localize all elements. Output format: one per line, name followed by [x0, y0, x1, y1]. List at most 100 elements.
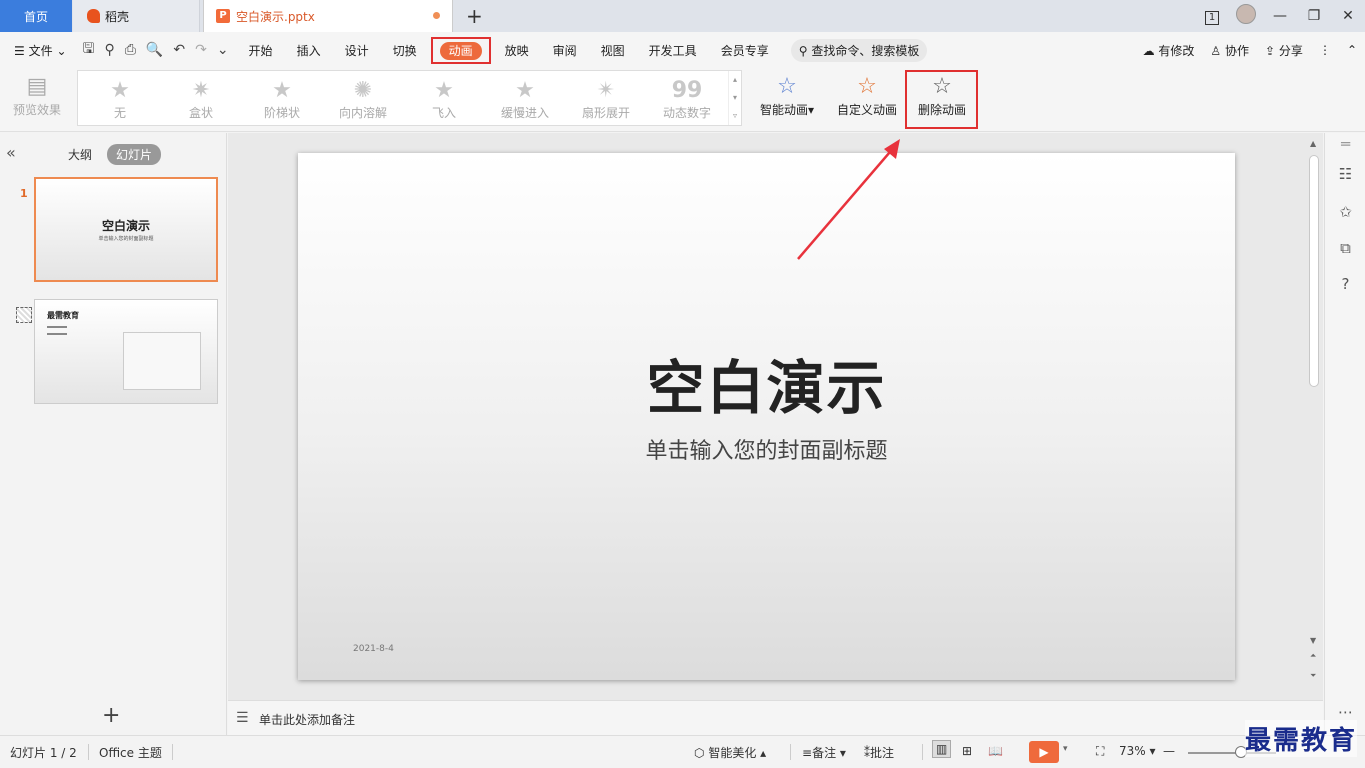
menu-insert[interactable]: 插入 [285, 42, 333, 59]
comment-toggle[interactable]: ⁑批注 [864, 744, 894, 761]
menu-animation[interactable]: 动画 [439, 41, 482, 60]
file-menu-label: 文件 [28, 43, 53, 58]
star-slow-icon: ★ [515, 77, 535, 103]
collab-button[interactable]: ♙ 协作 [1210, 42, 1249, 59]
tab-document-label: 空白演示.pptx [236, 9, 315, 24]
menu-developer[interactable]: 开发工具 [637, 42, 709, 59]
slide-subtitle[interactable]: 单击输入您的封面副标题 [298, 433, 1235, 465]
properties-icon[interactable]: ☷ [1325, 165, 1365, 183]
print-icon[interactable]: ⎙ [125, 42, 136, 58]
normal-view-icon[interactable]: ▥ [932, 740, 952, 758]
menu-slideshow[interactable]: 放映 [493, 42, 541, 59]
panel-tabs: « 大纲 幻灯片 [0, 143, 227, 165]
tab-outline[interactable]: 大纲 [68, 146, 92, 163]
cloud-edit-button[interactable]: ☁ 有修改 [1143, 42, 1195, 59]
file-menu[interactable]: ☰ 文件 ⌄ [0, 42, 79, 59]
scrollbar-thumb[interactable] [1309, 155, 1319, 387]
delete-animation-label: 删除动画 [917, 103, 966, 117]
command-search[interactable]: ⚲ 查找命令、搜索模板 [790, 38, 928, 62]
smart-star-icon: ☆ [777, 74, 797, 99]
add-slide-button[interactable]: + [102, 703, 120, 728]
redo-icon[interactable]: ↷ [195, 42, 207, 58]
undo-icon[interactable]: ↶ [173, 42, 185, 58]
smart-animation-button[interactable]: ☆ 智能动画▾ [755, 72, 819, 126]
gallery-item-slow-in[interactable]: ★ 缓慢进入 [485, 71, 565, 127]
preview-effect-button[interactable]: ▤ 预览效果 [8, 72, 66, 126]
smart-animation-label: 智能动画▾ [759, 103, 815, 117]
gallery-item-dissolve[interactable]: ✺ 向内溶解 [323, 71, 403, 127]
more-icon[interactable]: ⋮ [1319, 43, 1331, 57]
gallery-item-fly-in[interactable]: ★ 飞入 [404, 71, 484, 127]
menu-start[interactable]: 开始 [237, 42, 285, 59]
slide-title[interactable]: 空白演示 [298, 341, 1235, 425]
custom-animation-button[interactable]: ☆ 自定义动画 [834, 72, 900, 126]
collapse-panel-icon[interactable]: « [6, 143, 16, 162]
tab-home[interactable]: 首页 [0, 0, 72, 32]
user-avatar[interactable] [1229, 4, 1263, 28]
zoom-level[interactable]: 73% ▾ [1119, 744, 1156, 758]
delete-animation-button[interactable]: ☆ 删除动画 [910, 72, 974, 126]
gallery-scroll[interactable]: ▴ ▾ ▿ [728, 71, 741, 125]
slide-sorter-icon[interactable]: ⊞ [962, 744, 972, 758]
slide-date: 2021-8-4 [353, 644, 394, 654]
play-slideshow-button[interactable]: ▶ [1029, 741, 1059, 763]
collapse-ribbon-icon[interactable]: ⌃ [1347, 43, 1357, 57]
menu-transition[interactable]: 切换 [381, 42, 429, 59]
scroll-down-icon[interactable]: ▼ [1310, 636, 1316, 645]
restore-icon[interactable]: ❐ [1297, 8, 1331, 24]
theme-name[interactable]: Office 主题 [99, 744, 162, 761]
gallery-item-none[interactable]: ★ 无 [80, 71, 160, 127]
notes-toggle[interactable]: ≡备注 ▾ [802, 744, 846, 761]
prev-slide-icon[interactable]: ⏶ [1310, 651, 1316, 661]
menu-member[interactable]: 会员专享 [709, 42, 781, 59]
tab-slides[interactable]: 幻灯片 [107, 144, 162, 165]
notes-bar[interactable]: ☰ 单击此处添加备注 [228, 700, 1323, 735]
search-placeholder: 查找命令、搜索模板 [811, 43, 920, 58]
daoke-icon [87, 9, 100, 23]
unsaved-dot-icon[interactable] [433, 12, 440, 19]
star-stairs-icon: ★ [272, 77, 292, 103]
tab-document[interactable]: P 空白演示.pptx [203, 0, 453, 32]
right-sidebar: ═ ☷ ✩ ⧉ ? ⋯ [1324, 133, 1365, 735]
gallery-item-stairs[interactable]: ★ 阶梯状 [242, 71, 322, 127]
play-options-chevron-icon[interactable]: ▾ [1063, 744, 1068, 754]
arrow-shaft [797, 144, 897, 260]
gallery-item-fan[interactable]: ✴ 扇形展开 [566, 71, 646, 127]
save-icon[interactable]: 🖫 [83, 38, 95, 62]
divider [88, 744, 89, 760]
scroll-up-icon[interactable]: ▲ [1310, 139, 1316, 148]
animation-star-icon[interactable]: ✩ [1325, 203, 1365, 221]
smart-beautify-button[interactable]: ⬡ 智能美化 ▴ [694, 744, 766, 761]
gallery-item-dynamic-number[interactable]: 99 动态数字 [647, 71, 727, 127]
custom-animation-label: 自定义动画 [836, 103, 897, 117]
cloud-icon: ☁ [1142, 43, 1155, 58]
window-count-badge[interactable]: 1 [1195, 8, 1229, 25]
more-dots-icon[interactable]: ⋯ [1325, 703, 1365, 721]
zoom-out-icon[interactable]: — [1163, 744, 1175, 758]
transition-icon[interactable]: ⧉ [1325, 239, 1365, 257]
menu-review[interactable]: 审阅 [541, 42, 589, 59]
format-painter-icon[interactable]: ⚲ [104, 42, 114, 58]
close-icon[interactable]: ✕ [1331, 8, 1365, 24]
slide-thumbnail-1[interactable]: 空白演示 单击输入您的封面副标题 [34, 177, 218, 282]
custom-star-icon: ☆ [857, 74, 877, 99]
gallery-item-box[interactable]: ✷ 盒状 [161, 71, 241, 127]
next-slide-icon[interactable]: ⏷ [1310, 671, 1316, 681]
more-chevron-icon[interactable]: ⌄ [217, 42, 229, 58]
current-slide[interactable]: 空白演示 单击输入您的封面副标题 2021-8-4 [298, 153, 1235, 680]
menu-bar: ☰ 文件 ⌄ 🖫 ⚲ ⎙ 🔍 ↶ ↷ ⌄ 开始 插入 设计 切换 动画 放映 审… [0, 32, 1365, 68]
preview-label: 预览效果 [12, 103, 61, 117]
print-preview-icon[interactable]: 🔍 [146, 42, 163, 58]
menu-view[interactable]: 视图 [589, 42, 637, 59]
help-icon[interactable]: ? [1325, 275, 1365, 293]
share-button[interactable]: ⇪ 分享 [1265, 42, 1303, 59]
minimize-icon[interactable]: — [1263, 8, 1297, 24]
tab-daoke[interactable]: 稻壳 [73, 0, 200, 32]
new-tab-button[interactable]: + [466, 4, 483, 28]
menu-design[interactable]: 设计 [333, 42, 381, 59]
sidebar-handle-icon: ═ [1340, 135, 1351, 153]
vertical-scrollbar[interactable]: ▲ ▼ ⏶ ⏷ [1307, 133, 1321, 700]
slide-thumbnail-2[interactable]: 最需教育 [34, 299, 218, 404]
reading-view-icon[interactable]: 📖 [988, 744, 1003, 758]
fit-window-icon[interactable]: ⛶ [1096, 744, 1104, 759]
